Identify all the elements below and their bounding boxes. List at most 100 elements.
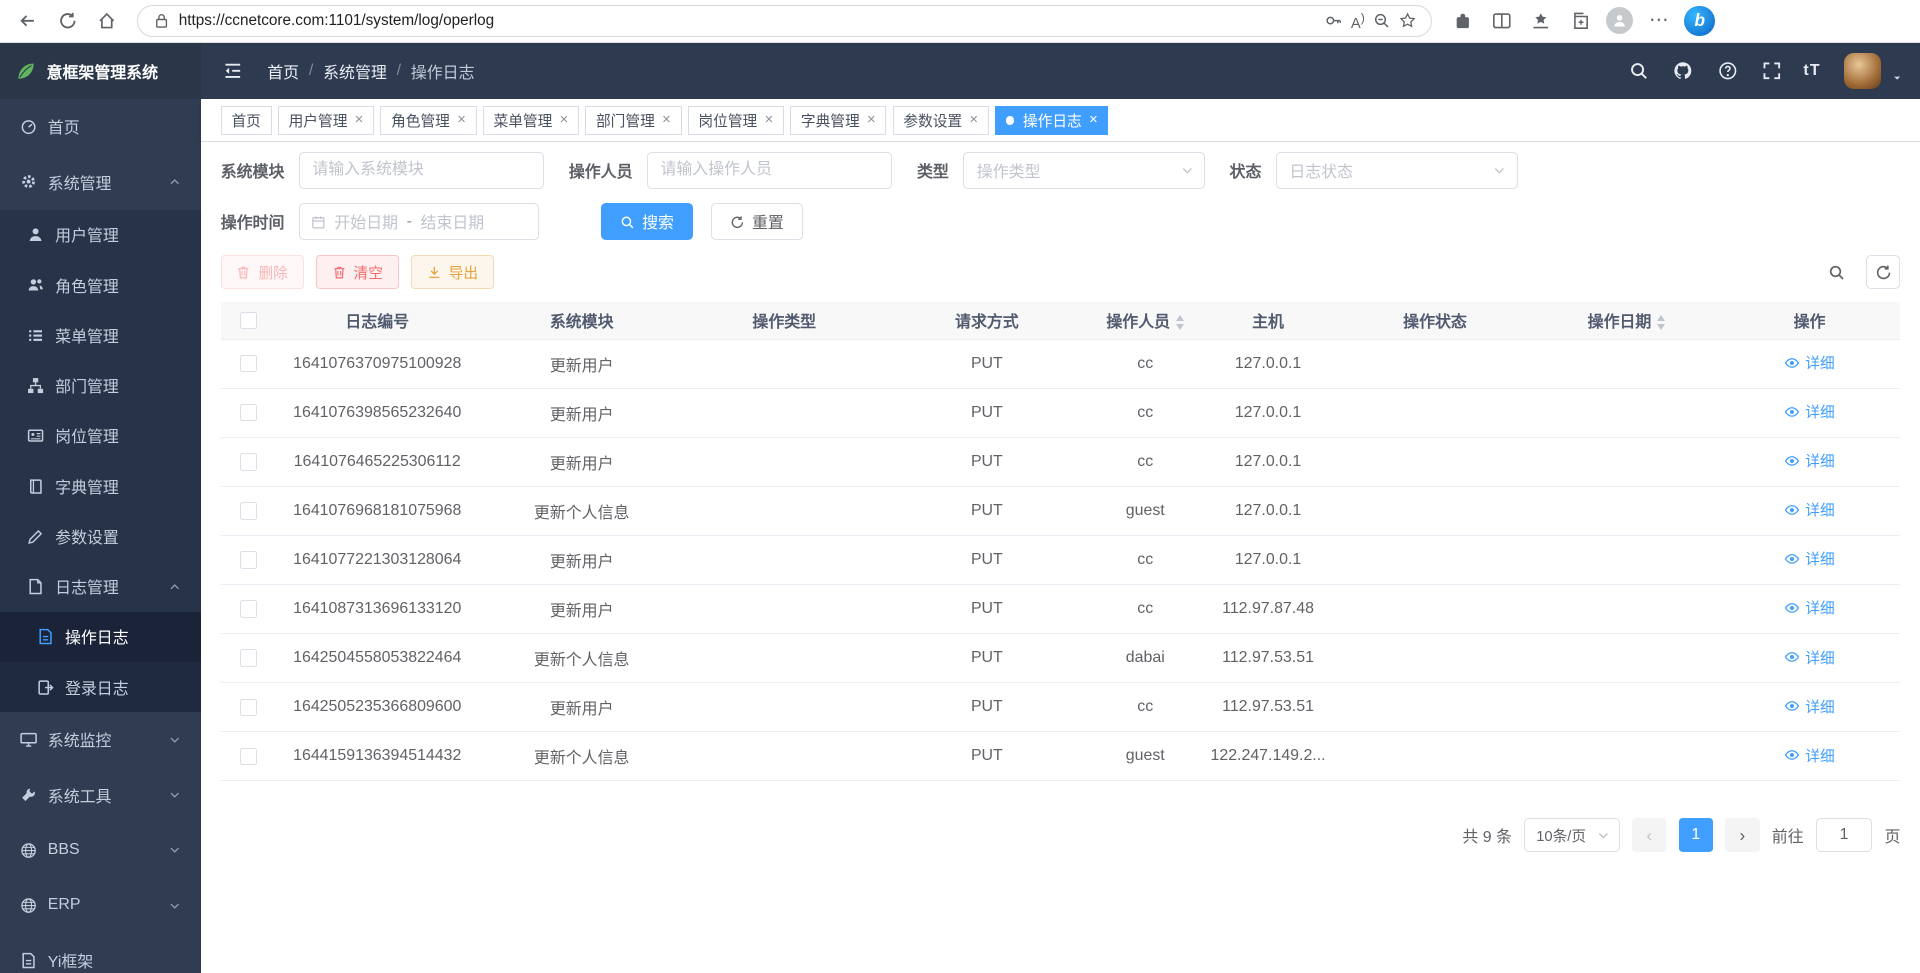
font-size-button[interactable]: tT	[1800, 55, 1825, 87]
sidebar-item-bbs[interactable]: BBS	[0, 823, 201, 878]
status-select[interactable]: 日志状态	[1276, 152, 1518, 189]
goto-page-input[interactable]	[1816, 818, 1872, 852]
detail-link[interactable]: 详细	[1784, 499, 1834, 520]
select-all-checkbox[interactable]	[240, 312, 257, 329]
sidebar-toggle[interactable]	[218, 56, 247, 85]
refresh-table-button[interactable]	[1866, 255, 1900, 289]
export-button[interactable]: 导出	[411, 255, 494, 289]
back-button[interactable]	[10, 4, 47, 38]
tab-close-icon[interactable]: ×	[1089, 113, 1098, 128]
sidebar-item-monitor[interactable]: 系统监控	[0, 712, 201, 767]
tab-menu-mgmt[interactable]: 菜单管理×	[483, 106, 579, 135]
github-button[interactable]	[1667, 55, 1699, 87]
tab-post-mgmt[interactable]: 岗位管理×	[688, 106, 784, 135]
tab-close-icon[interactable]: ×	[765, 113, 774, 128]
sidebar-item-system-mgmt[interactable]: 系统管理	[0, 154, 201, 209]
row-checkbox[interactable]	[240, 453, 257, 470]
add-favorite-icon[interactable]	[1399, 12, 1416, 29]
browser-profile-avatar[interactable]	[1601, 4, 1638, 38]
sidebar-item-home[interactable]: 首页	[0, 99, 201, 154]
sidebar-item-dept-mgmt[interactable]: 部门管理	[0, 360, 201, 410]
reload-button[interactable]	[49, 4, 86, 38]
sidebar-item-role-mgmt[interactable]: 角色管理	[0, 260, 201, 310]
sidebar-item-login-log[interactable]: 登录日志	[0, 662, 201, 712]
toggle-search-button[interactable]	[1820, 255, 1854, 289]
date-range-picker[interactable]: 开始日期 - 结束日期	[299, 203, 539, 240]
clear-button[interactable]: 清空	[316, 255, 399, 289]
detail-link[interactable]: 详细	[1784, 548, 1834, 569]
browser-menu-button[interactable]: ⋯	[1640, 4, 1677, 38]
row-checkbox[interactable]	[240, 699, 257, 716]
collections-icon[interactable]	[1562, 4, 1599, 38]
table-row: 1642504558053822464 更新个人信息 PUT dabai 112…	[221, 634, 1901, 683]
row-checkbox[interactable]	[240, 502, 257, 519]
tab-close-icon[interactable]: ×	[457, 113, 466, 128]
sidebar-item-config[interactable]: 参数设置	[0, 511, 201, 561]
sidebar-item-dict-mgmt[interactable]: 字典管理	[0, 461, 201, 511]
user-avatar[interactable]	[1844, 53, 1881, 90]
row-checkbox[interactable]	[240, 355, 257, 372]
tab-close-icon[interactable]: ×	[662, 113, 671, 128]
fullscreen-button[interactable]	[1756, 55, 1788, 87]
sidebar-item-yi-framework[interactable]: Yi框架	[0, 933, 201, 973]
row-checkbox[interactable]	[240, 600, 257, 617]
sidebar-item-tools[interactable]: 系统工具	[0, 767, 201, 822]
sidebar-item-user-mgmt[interactable]: 用户管理	[0, 210, 201, 260]
detail-link[interactable]: 详细	[1784, 647, 1834, 668]
page-1-button[interactable]: 1	[1679, 818, 1713, 852]
sort-carets-icon[interactable]	[1176, 315, 1184, 329]
tab-dept-mgmt[interactable]: 部门管理×	[585, 106, 681, 135]
zoom-out-icon[interactable]	[1373, 12, 1390, 29]
password-key-icon[interactable]	[1325, 12, 1342, 29]
sidebar-item-menu-mgmt[interactable]: 菜单管理	[0, 310, 201, 360]
tab-close-icon[interactable]: ×	[969, 113, 978, 128]
tab-role-mgmt[interactable]: 角色管理×	[380, 106, 476, 135]
row-checkbox[interactable]	[240, 551, 257, 568]
detail-link[interactable]: 详细	[1784, 696, 1834, 717]
favorites-bar-icon[interactable]	[1523, 4, 1560, 38]
header-search-button[interactable]	[1623, 55, 1655, 87]
module-input[interactable]	[299, 152, 544, 189]
breadcrumb-home[interactable]: 首页	[267, 60, 299, 83]
detail-link[interactable]: 详细	[1784, 352, 1834, 373]
tab-close-icon[interactable]: ×	[867, 113, 876, 128]
row-checkbox[interactable]	[240, 404, 257, 421]
tab-config[interactable]: 参数设置×	[893, 106, 989, 135]
delete-button[interactable]: 删除	[221, 255, 304, 289]
tab-close-icon[interactable]: ×	[355, 113, 364, 128]
address-bar[interactable]: https://ccnetcore.com:1101/system/log/op…	[137, 5, 1432, 37]
tab-oper-log[interactable]: 操作日志×	[995, 106, 1108, 135]
reset-button[interactable]: 重置	[711, 203, 804, 240]
home-button[interactable]	[88, 4, 125, 38]
tab-dict-mgmt[interactable]: 字典管理×	[790, 106, 886, 135]
extensions-icon[interactable]	[1444, 4, 1481, 38]
avatar-caret-icon[interactable]	[1891, 72, 1903, 84]
col-operator[interactable]: 操作人员	[1090, 302, 1201, 340]
tab-user-mgmt[interactable]: 用户管理×	[278, 106, 374, 135]
sidebar-item-oper-log[interactable]: 操作日志	[0, 612, 201, 662]
sidebar-item-post-mgmt[interactable]: 岗位管理	[0, 411, 201, 461]
tab-close-icon[interactable]: ×	[560, 113, 569, 128]
tab-home[interactable]: 首页	[221, 106, 272, 135]
search-button[interactable]: 搜索	[601, 203, 694, 240]
col-date[interactable]: 操作日期	[1534, 302, 1718, 340]
read-aloud-icon[interactable]: A)	[1351, 11, 1365, 32]
split-screen-icon[interactable]	[1483, 4, 1520, 38]
detail-link[interactable]: 详细	[1784, 597, 1834, 618]
detail-link[interactable]: 详细	[1784, 450, 1834, 471]
bing-icon[interactable]: b	[1684, 6, 1715, 37]
prev-page-button[interactable]: ‹	[1632, 818, 1666, 852]
row-checkbox[interactable]	[240, 649, 257, 666]
breadcrumb-system[interactable]: 系统管理	[323, 60, 387, 83]
detail-link[interactable]: 详细	[1784, 745, 1834, 766]
sidebar-item-log-mgmt[interactable]: 日志管理	[0, 562, 201, 612]
sort-carets-icon[interactable]	[1657, 315, 1665, 329]
detail-link[interactable]: 详细	[1784, 401, 1834, 422]
help-button[interactable]	[1711, 55, 1743, 87]
page-size-select[interactable]: 10条/页	[1524, 818, 1620, 852]
type-select[interactable]: 操作类型	[963, 152, 1205, 189]
operator-input[interactable]	[647, 152, 892, 189]
row-checkbox[interactable]	[240, 748, 257, 765]
sidebar-item-erp[interactable]: ERP	[0, 878, 201, 933]
next-page-button[interactable]: ›	[1725, 818, 1759, 852]
